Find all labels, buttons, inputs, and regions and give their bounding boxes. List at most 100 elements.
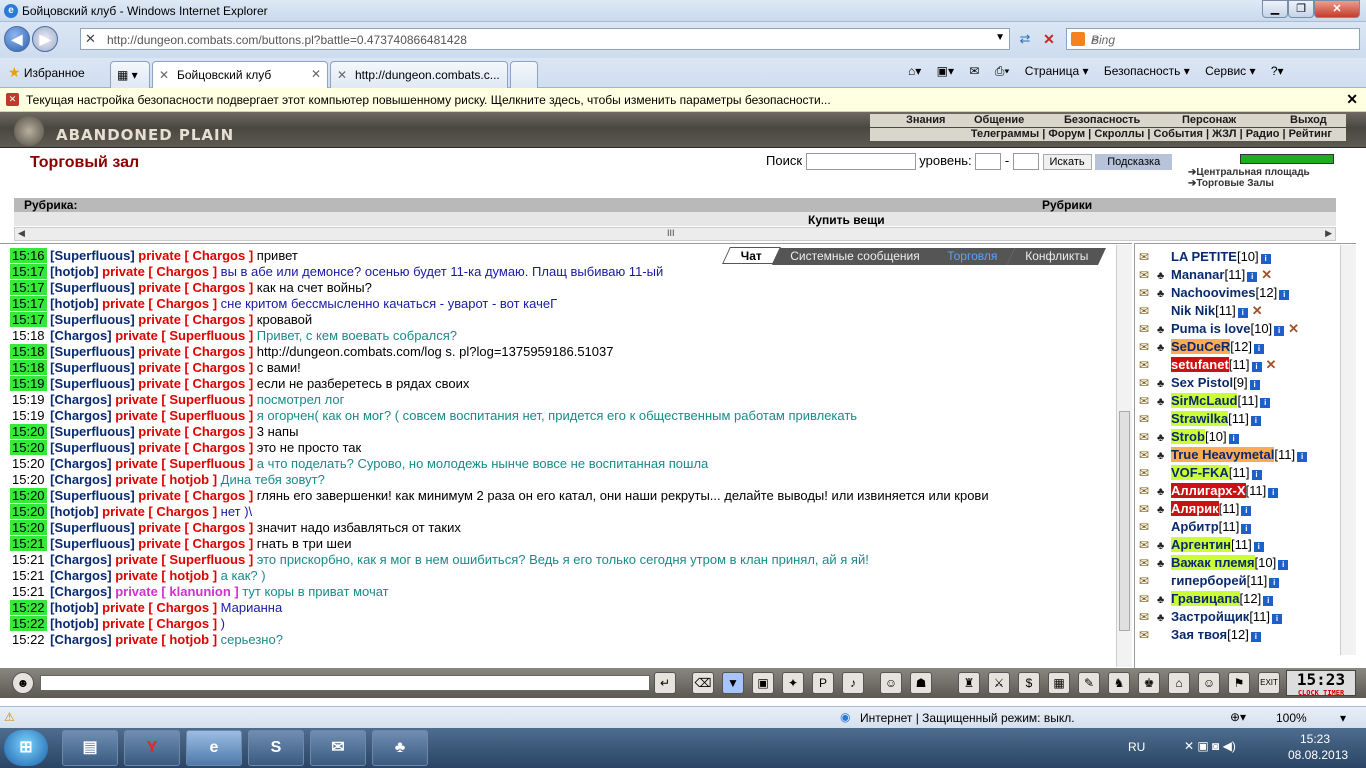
- message-author[interactable]: [Chargos]: [50, 392, 111, 407]
- message-time[interactable]: 15:18: [10, 328, 47, 343]
- minimize-button[interactable]: ▁: [1262, 0, 1288, 18]
- save-icon[interactable]: ▣: [752, 672, 774, 694]
- private-message-icon[interactable]: ✉: [1139, 554, 1157, 572]
- message-author[interactable]: [Chargos]: [50, 584, 111, 599]
- private-message-icon[interactable]: ✉: [1139, 392, 1157, 410]
- private-message-icon[interactable]: ✉: [1139, 356, 1157, 374]
- info-icon[interactable]: i: [1251, 470, 1262, 480]
- scroll-icon[interactable]: ✎: [1078, 672, 1100, 694]
- favorites-button[interactable]: ★ Избранное: [8, 64, 85, 81]
- message-private-to[interactable]: private [ Chargos ]: [138, 488, 253, 503]
- message-time[interactable]: 15:22: [10, 632, 47, 647]
- service-menu[interactable]: Сервис ▾: [1205, 64, 1255, 78]
- message-time[interactable]: 15:21: [10, 584, 47, 599]
- info-icon[interactable]: i: [1278, 560, 1289, 570]
- message-private-to[interactable]: private [ Chargos ]: [138, 280, 253, 295]
- message-author[interactable]: [Superfluous]: [50, 488, 135, 503]
- message-time[interactable]: 15:19: [10, 376, 47, 391]
- tab-combats[interactable]: ✕ Бойцовский клуб ✕: [152, 61, 328, 88]
- friends-icon[interactable]: ☺: [1198, 672, 1220, 694]
- private-message-icon[interactable]: ✉: [1139, 284, 1157, 302]
- nav-central-square[interactable]: ➔Центральная площадь: [1188, 167, 1338, 178]
- message-author[interactable]: [Chargos]: [50, 328, 111, 343]
- message-time[interactable]: 15:17: [10, 296, 47, 311]
- user-name[interactable]: Аргентин: [1171, 537, 1232, 552]
- message-private-to[interactable]: private [ hotjob ]: [115, 568, 217, 583]
- user-list-item[interactable]: ✉ LA PETITE[10] i: [1139, 248, 1356, 266]
- info-icon[interactable]: i: [1263, 596, 1274, 606]
- userlist-scrollbar[interactable]: [1340, 245, 1356, 655]
- chevron-down-icon[interactable]: ▾: [1340, 711, 1346, 725]
- house-icon[interactable]: ⌂: [1168, 672, 1190, 694]
- message-author[interactable]: [Superfluous]: [50, 360, 135, 375]
- message-time[interactable]: 15:21: [10, 552, 47, 567]
- network-icon[interactable]: ✕ ▣ ◙ ◀): [1184, 739, 1236, 753]
- level-from-input[interactable]: [975, 153, 1002, 171]
- message-author[interactable]: [Superfluous]: [50, 536, 135, 551]
- message-private-to[interactable]: private [ Chargos ]: [138, 312, 253, 327]
- user-list-item[interactable]: ✉ ♣ SirMcLaud[11] i: [1139, 392, 1356, 410]
- folder-taskbar-icon[interactable]: ✉: [310, 730, 366, 766]
- close-window-button[interactable]: ✕: [1314, 0, 1360, 18]
- message-private-to[interactable]: private [ Chargos ]: [138, 536, 253, 551]
- mail-icon[interactable]: ✉: [969, 64, 979, 78]
- info-icon[interactable]: i: [1260, 254, 1271, 264]
- info-icon[interactable]: i: [1237, 308, 1248, 318]
- private-message-icon[interactable]: ✉: [1139, 500, 1157, 518]
- flag-icon[interactable]: ⚑: [1228, 672, 1250, 694]
- back-button[interactable]: ◀: [4, 26, 30, 52]
- private-message-icon[interactable]: ✉: [1139, 428, 1157, 446]
- user-list-item[interactable]: ✉ Арбитр[11] i: [1139, 518, 1356, 536]
- close-icon[interactable]: ✕: [1346, 91, 1358, 108]
- walk-icon[interactable]: ✦: [782, 672, 804, 694]
- message-author[interactable]: [Chargos]: [50, 408, 111, 423]
- user-name[interactable]: VOF-FKA: [1171, 465, 1229, 480]
- message-time[interactable]: 15:16: [10, 248, 47, 263]
- private-message-icon[interactable]: ✉: [1139, 536, 1157, 554]
- info-icon[interactable]: i: [1250, 632, 1261, 642]
- user-list-item[interactable]: ✉ ♣ Алярик[11] i: [1139, 500, 1356, 518]
- refresh-button[interactable]: ⇄: [1014, 28, 1036, 50]
- item-search-input[interactable]: [805, 153, 916, 171]
- menu-knowledge[interactable]: Знания: [906, 114, 945, 126]
- app-taskbar-icon[interactable]: ♣: [372, 730, 428, 766]
- hint-button[interactable]: Подсказка: [1095, 153, 1173, 170]
- message-private-to[interactable]: private [ hotjob ]: [115, 472, 217, 487]
- message-author[interactable]: [hotjob]: [50, 504, 98, 519]
- info-icon[interactable]: i: [1241, 524, 1252, 534]
- info-icon[interactable]: i: [1251, 362, 1262, 372]
- user-list-item[interactable]: ✉ ♣ Sex Pistol[9] i: [1139, 374, 1356, 392]
- private-message-icon[interactable]: ✉: [1139, 338, 1157, 356]
- message-private-to[interactable]: private [ Chargos ]: [102, 264, 217, 279]
- message-author[interactable]: [Chargos]: [50, 568, 111, 583]
- info-icon[interactable]: i: [1228, 434, 1239, 444]
- home-icon[interactable]: ⌂▾: [908, 64, 921, 78]
- info-icon[interactable]: i: [1249, 380, 1260, 390]
- bag-icon[interactable]: ♜: [958, 672, 980, 694]
- user-name[interactable]: Важак племя: [1171, 555, 1255, 570]
- yandex-taskbar-icon[interactable]: Y: [124, 730, 180, 766]
- message-time[interactable]: 15:17: [10, 312, 47, 327]
- protected-mode-icon[interactable]: ⊕▾: [1230, 710, 1246, 724]
- helmet-icon[interactable]: ♞: [1108, 672, 1130, 694]
- fighter-icon[interactable]: ☗: [910, 672, 932, 694]
- info-icon[interactable]: i: [1274, 326, 1285, 336]
- chat-input[interactable]: [40, 675, 650, 691]
- message-author[interactable]: [Superfluous]: [50, 440, 135, 455]
- user-list-item[interactable]: ✉ ♣ Важак племя[10] i: [1139, 554, 1356, 572]
- user-name[interactable]: Nachoovimes: [1171, 285, 1256, 300]
- message-author[interactable]: [Superfluous]: [50, 312, 135, 327]
- address-bar[interactable]: ✕ http://dungeon.combats.com/buttons.pl?…: [80, 28, 1010, 50]
- buy-items-link[interactable]: Купить вещи: [808, 213, 885, 227]
- menu-security[interactable]: Безопасность: [1064, 114, 1140, 126]
- nav-trade-halls[interactable]: ➔Торговые Залы: [1188, 178, 1338, 189]
- eraser-icon[interactable]: ⌫: [692, 672, 714, 694]
- message-time[interactable]: 15:20: [10, 504, 47, 519]
- user-list-item[interactable]: ✉ ♣ Аллигарх-X[11] i: [1139, 482, 1356, 500]
- message-author[interactable]: [hotjob]: [50, 296, 98, 311]
- private-message-icon[interactable]: ✉: [1139, 410, 1157, 428]
- user-name[interactable]: Puma is love: [1171, 321, 1250, 336]
- start-button[interactable]: ⊞: [4, 730, 48, 766]
- chest-icon[interactable]: ▦: [1048, 672, 1070, 694]
- magnifier-icon[interactable]: ⌕: [1091, 31, 1351, 47]
